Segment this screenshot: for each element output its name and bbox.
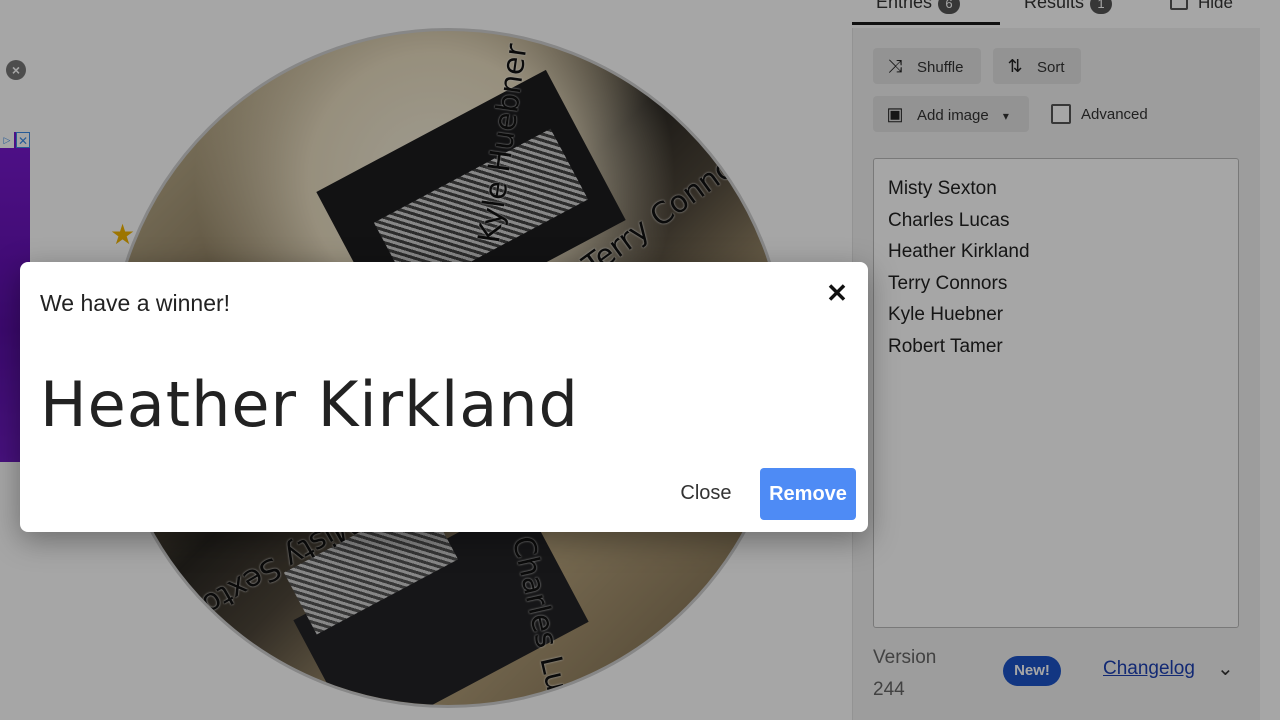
winner-name: Heather Kirkland (40, 368, 579, 441)
winner-dialog: We have a winner! ✕ Heather Kirkland Clo… (20, 262, 868, 532)
remove-button[interactable]: Remove (760, 468, 856, 520)
close-button[interactable]: Close (666, 468, 746, 518)
close-icon[interactable]: ✕ (824, 280, 850, 306)
dialog-title: We have a winner! (40, 290, 231, 316)
